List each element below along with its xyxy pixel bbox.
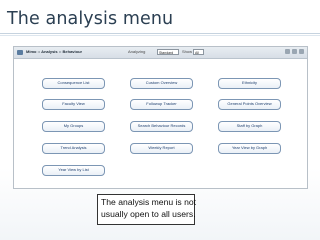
- year-view-by-list-button[interactable]: Year View by List: [42, 165, 105, 176]
- callout-line-2: usually open to all users.: [101, 208, 196, 219]
- app-toolbar: Mimo :: Analysis :: Behaviour Analyzing …: [14, 47, 307, 59]
- title-divider-secondary: [0, 35, 320, 36]
- callout-line-1: The analysis menu is not: [101, 197, 197, 207]
- close-icon[interactable]: [299, 49, 304, 54]
- my-groups-button[interactable]: My Groups: [42, 121, 105, 132]
- year-view-by-graph-button[interactable]: Year View by Graph: [218, 143, 281, 154]
- weekly-report-button[interactable]: Weekly Report: [130, 143, 193, 154]
- staff-by-graph-button[interactable]: Staff by Graph: [218, 121, 281, 132]
- slide-title: The analysis menu: [7, 9, 174, 29]
- toolbar-icons: [285, 49, 304, 54]
- breadcrumb[interactable]: Mimo :: Analysis :: Behaviour: [26, 49, 82, 54]
- general-points-overview-button[interactable]: General Points Overview: [218, 99, 281, 110]
- analyzing-label: Analyzing: [128, 49, 146, 54]
- faculty-view-button[interactable]: Faculty View: [42, 99, 105, 110]
- custom-overview-button[interactable]: Custom Overview: [130, 78, 193, 89]
- show-label: Show: [182, 49, 193, 54]
- trend-analysis-button[interactable]: Trend Analysis: [42, 143, 105, 154]
- analysis-menu-screenshot: Mimo :: Analysis :: Behaviour Analyzing …: [13, 46, 308, 189]
- home-icon[interactable]: [17, 50, 23, 55]
- consequence-list-button[interactable]: Consequence List: [42, 78, 105, 89]
- help-icon[interactable]: [285, 49, 290, 54]
- title-divider: [0, 33, 320, 34]
- ethnicity-button[interactable]: Ethnicity: [218, 78, 281, 89]
- callout-note: The analysis menu is not usually open to…: [97, 194, 197, 225]
- show-select[interactable]: All: [193, 49, 204, 55]
- print-icon[interactable]: [292, 49, 297, 54]
- followup-tracker-button[interactable]: Followup Tracker: [130, 99, 193, 110]
- analyzing-select[interactable]: Standard: [157, 49, 179, 55]
- search-behaviour-records-button[interactable]: Search Behaviour Records: [130, 121, 193, 132]
